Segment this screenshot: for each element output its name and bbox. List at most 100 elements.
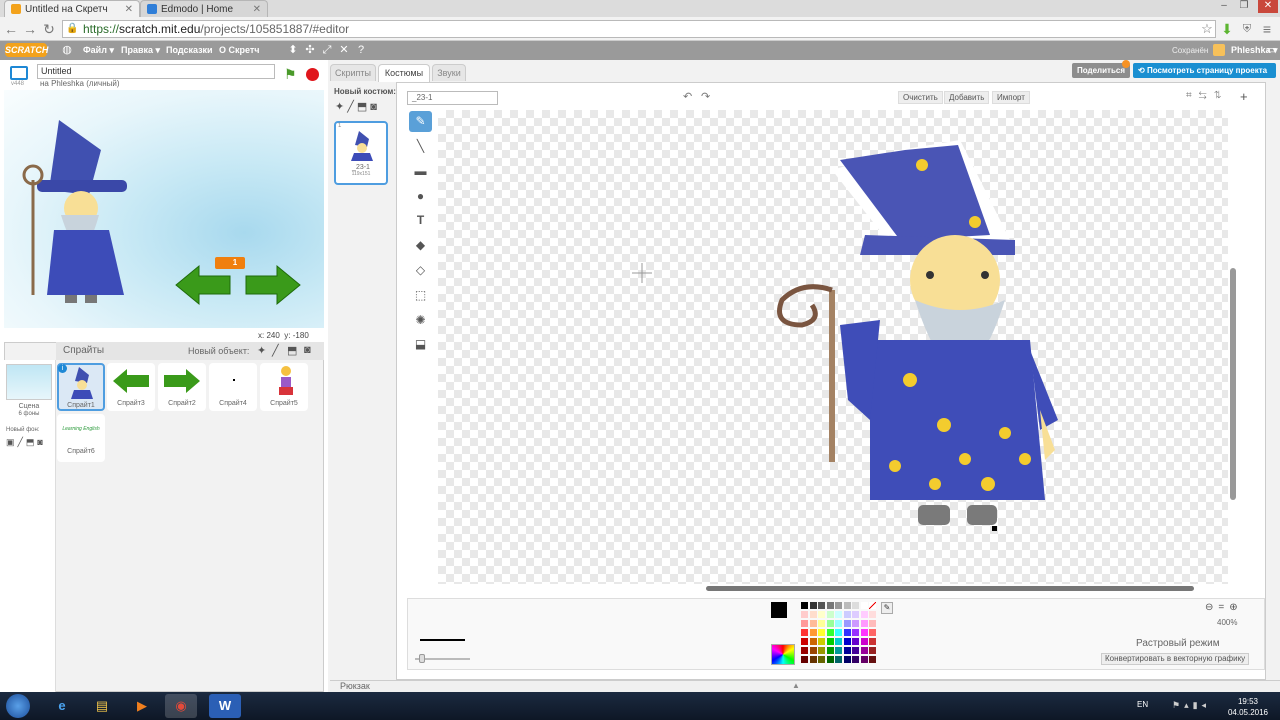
color-swatch[interactable] [860,602,868,609]
select-tool-icon[interactable]: ⬚ [409,285,432,306]
color-swatch[interactable] [801,656,808,663]
tab-costumes[interactable]: Костюмы [378,64,430,82]
avatar[interactable] [1213,44,1225,56]
bookmark-star-icon[interactable]: ☆ [1198,20,1216,38]
menu-edit[interactable]: Правка ▾ [121,41,160,60]
menu-about[interactable]: О Скретч [219,41,260,60]
internet-explorer-icon[interactable]: e [46,694,78,718]
extension-icon[interactable]: ⛨ [1238,20,1256,38]
color-swatch[interactable] [818,620,825,627]
color-swatch[interactable] [801,647,808,654]
ellipse-tool-icon[interactable]: ● [409,186,432,207]
color-swatch[interactable] [843,602,851,609]
color-swatch[interactable] [852,647,859,654]
color-swatch[interactable] [826,638,834,645]
stage[interactable] [4,90,324,328]
color-swatch[interactable] [869,656,876,663]
help-icon[interactable]: ? [355,44,367,57]
color-swatch[interactable] [860,647,868,654]
color-swatch[interactable] [869,629,876,636]
color-swatch[interactable] [843,611,851,618]
arrow-left-sprite[interactable] [175,264,231,306]
minimize-icon[interactable]: – [1216,0,1232,13]
import-button[interactable]: Импорт [992,91,1030,104]
sprite-thumb-4[interactable]: Спрайт4 [209,363,257,411]
costume-tools-icons[interactable]: ✦╱⬒◙ [335,100,380,113]
eyedropper-icon[interactable]: ✎ [881,602,893,614]
color-swatch[interactable] [826,656,834,663]
line-tool-icon[interactable]: ╲ [409,136,432,157]
tray-icons[interactable]: ⚑▴▮◂ [1172,700,1210,711]
color-swatch[interactable] [809,611,817,618]
color-swatch[interactable] [860,656,868,663]
close-icon[interactable]: ✕ [253,4,261,15]
color-swatch[interactable] [852,656,859,663]
tab-scripts[interactable]: Скрипты [330,64,376,81]
color-swatch[interactable] [818,638,825,645]
color-swatch[interactable] [860,620,868,627]
forward-arrow-icon[interactable]: → [21,20,39,38]
green-flag-icon[interactable]: ⚑ [284,67,297,81]
color-swatch[interactable] [860,638,868,645]
wizard-sprite[interactable] [22,120,127,303]
color-swatch[interactable] [869,647,876,654]
backdrop-tools-icons[interactable]: ▣╱⬒◙ [6,437,46,448]
color-swatch[interactable] [835,611,842,618]
expand-icon[interactable]: ▲ [792,681,800,690]
color-swatch[interactable] [835,602,842,609]
choose-sprite-icon[interactable]: ✦ [257,344,266,357]
color-swatch[interactable] [860,611,868,618]
browser-tab-edmodo[interactable]: Edmodo | Home ✕ [140,0,268,17]
transform-tools-icons[interactable]: ⌗⇆⇅ [1186,90,1229,101]
scene-thumbnail[interactable] [6,364,52,400]
browser-tab-scratch[interactable]: Untitled на Скретч ✕ [4,0,140,17]
download-icon[interactable]: ⬇ [1218,20,1236,38]
shrink-icon[interactable]: ✕ [338,44,350,57]
color-swatch[interactable] [843,638,851,645]
text-tool-icon[interactable]: T [409,210,432,231]
menu-tips[interactable]: Подсказки [166,41,213,60]
transparent-color-swatch[interactable] [869,602,876,609]
globe-icon[interactable]: ◍ [61,44,73,57]
language-indicator[interactable]: EN [1137,700,1148,709]
color-swatch[interactable] [826,602,834,609]
color-swatch[interactable] [801,629,808,636]
color-swatch[interactable] [809,602,817,609]
color-swatch[interactable] [835,647,842,654]
color-swatch[interactable] [809,656,817,663]
primary-color[interactable] [771,602,787,618]
word-icon[interactable]: W [209,694,241,718]
color-swatch[interactable] [818,611,825,618]
color-swatch[interactable] [818,629,825,636]
color-swatch[interactable] [843,656,851,663]
stop-icon[interactable] [306,68,319,81]
grow-icon[interactable]: ⤢ [321,44,333,57]
color-swatch[interactable] [869,638,876,645]
color-swatch[interactable] [860,629,868,636]
color-swatch[interactable] [835,656,842,663]
magic-wand-tool-icon[interactable]: ✺ [409,310,432,331]
color-swatch[interactable] [843,620,851,627]
paint-sprite-icon[interactable]: ╱ [272,344,279,357]
sprite-thumb-5[interactable]: Спрайт5 [260,363,308,411]
url-input[interactable]: https://scratch.mit.edu/projects/1058518… [62,20,1216,38]
color-swatch[interactable] [835,620,842,627]
restore-icon[interactable]: ❐ [1236,0,1252,13]
color-swatch[interactable] [818,602,825,609]
chrome-icon[interactable]: ◉ [165,694,197,718]
eraser-tool-icon[interactable]: ◇ [409,260,432,281]
reload-icon[interactable]: ↻ [40,20,58,38]
costume-canvas[interactable] [438,110,1228,584]
project-title-input[interactable]: Untitled [37,64,275,79]
backpack-bar[interactable] [330,680,1280,692]
color-swatch[interactable] [818,656,825,663]
add-button[interactable]: Добавить [944,91,990,104]
color-swatch[interactable] [852,611,859,618]
color-swatch[interactable] [852,638,859,645]
undo-icon[interactable]: ↶ [683,90,692,103]
color-swatch[interactable] [843,629,851,636]
back-arrow-icon[interactable]: ← [2,20,20,38]
color-swatch[interactable] [801,620,808,627]
see-project-page-button[interactable]: ⟲ Посмотреть страницу проекта [1133,63,1276,78]
fill-tool-icon[interactable]: ◆ [409,235,432,256]
